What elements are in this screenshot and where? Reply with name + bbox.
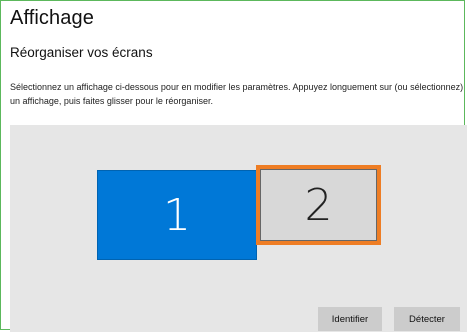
display-2-tile[interactable]: 2 <box>256 165 381 245</box>
section-heading: Réorganiser vos écrans <box>10 45 153 60</box>
display-2-number: 2 <box>304 179 333 231</box>
settings-panel: Affichage Réorganiser vos écrans Sélecti… <box>0 0 467 332</box>
identify-button[interactable]: Identifier <box>318 307 382 331</box>
display-1-tile[interactable]: 1 <box>97 170 257 260</box>
display-arrangement-area: 1 2 Identifier Détecter <box>10 125 467 332</box>
display-1-number: 1 <box>163 189 191 241</box>
page-title: Affichage <box>10 7 94 29</box>
detect-button[interactable]: Détecter <box>394 307 460 331</box>
instructions-text: Sélectionnez un affichage ci-dessous pou… <box>10 82 464 106</box>
